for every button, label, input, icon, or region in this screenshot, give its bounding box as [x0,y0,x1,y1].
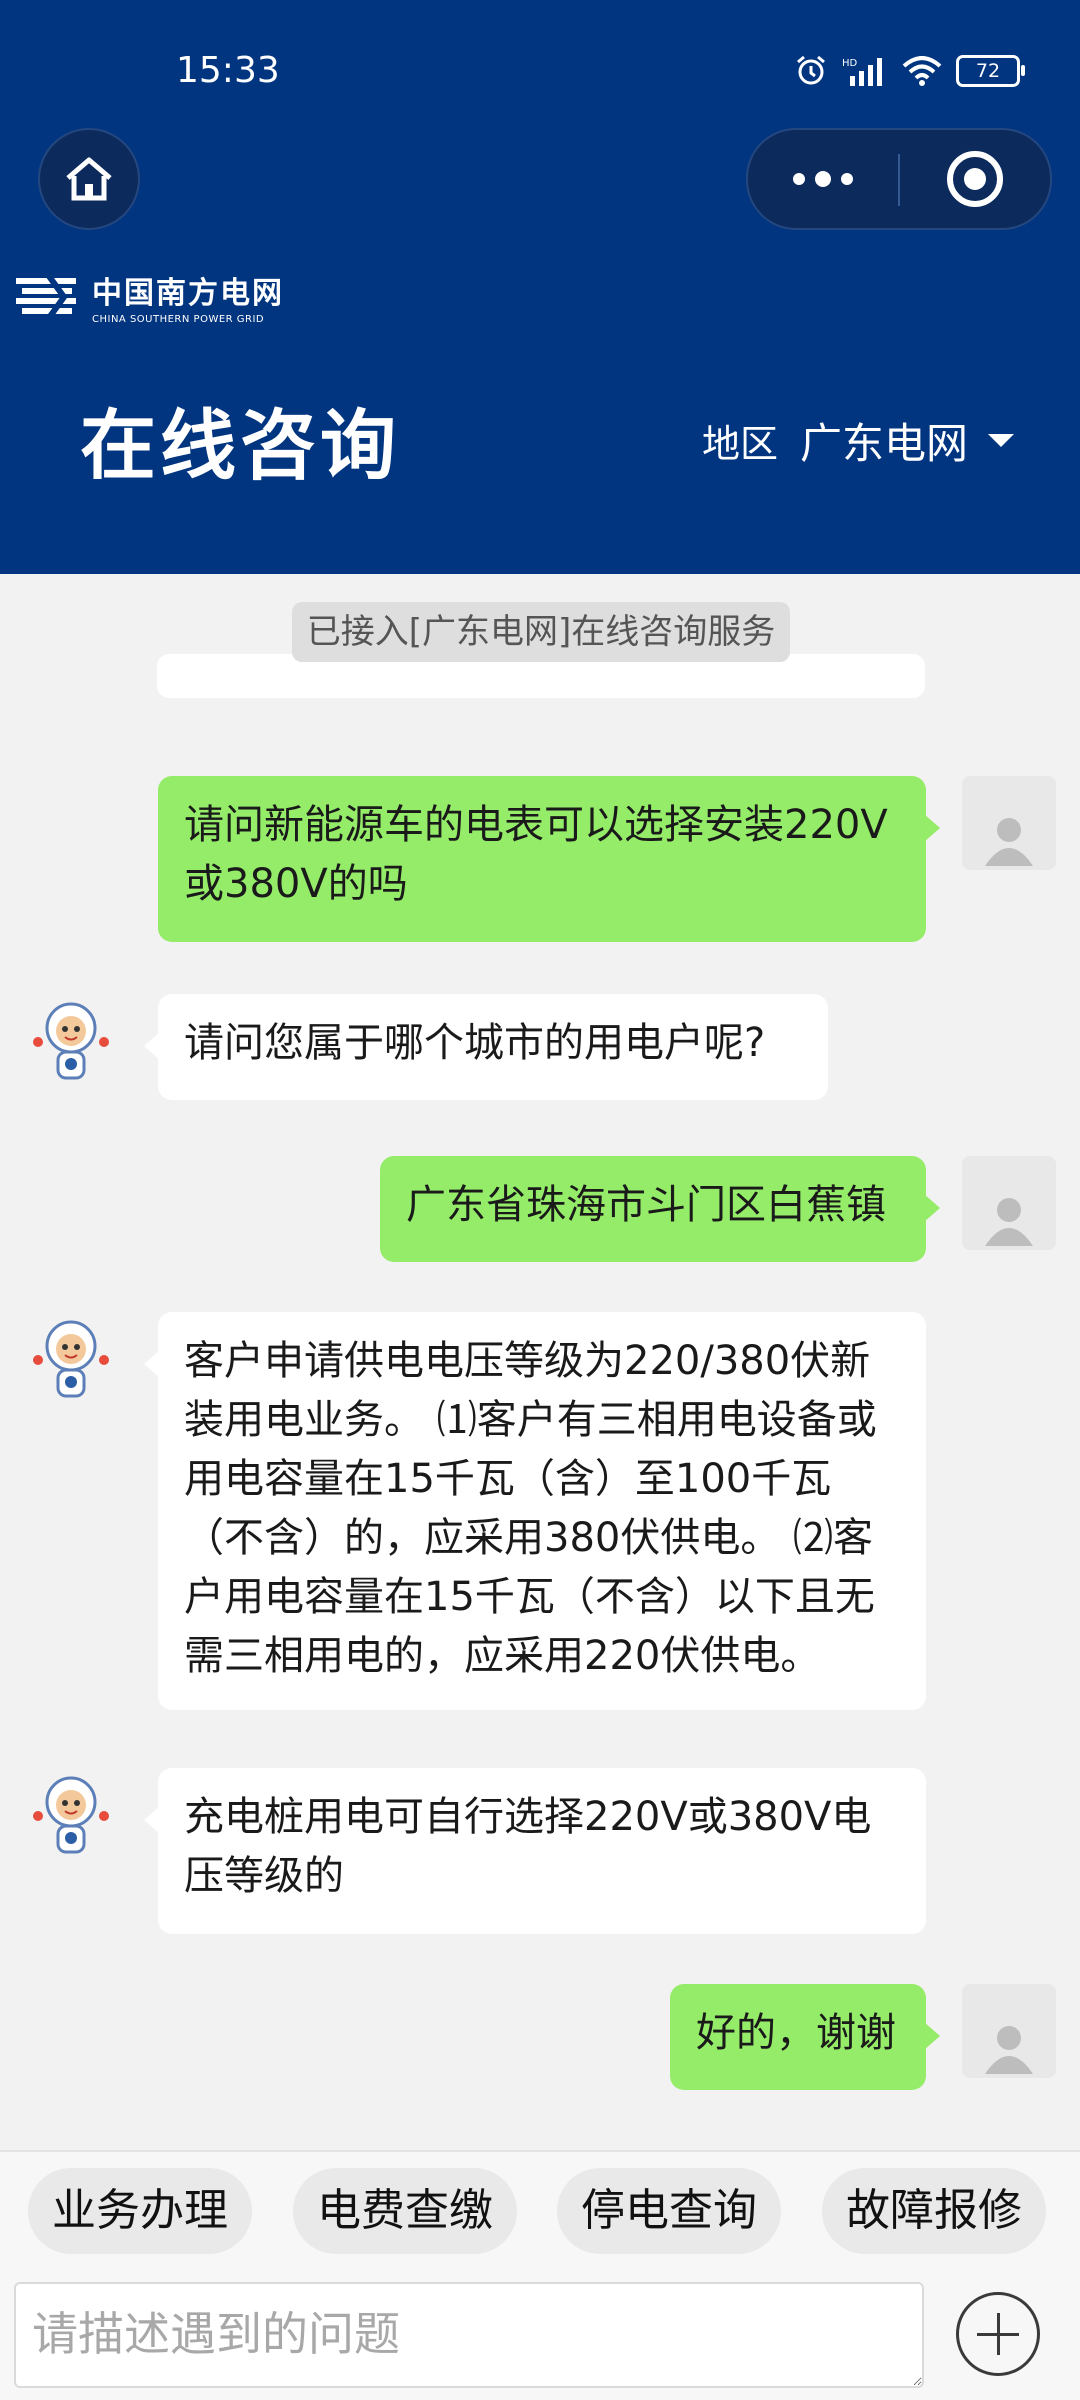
status-time: 15:33 [176,50,280,91]
user-avatar-icon [985,818,1033,866]
user-avatar-icon [985,2026,1033,2074]
quick-reply-bar: 业务办理 电费查缴 停电查询 故障报修 [0,2150,1080,2272]
more-dot-icon [793,173,805,185]
bot-avatar-icon [33,1320,109,1398]
more-button[interactable] [748,130,898,228]
system-notice: 已接入[广东电网]在线咨询服务 [292,602,790,662]
input-bar [0,2270,1080,2400]
alarm-icon [797,55,825,85]
quick-reply-repair[interactable]: 故障报修 [822,2168,1046,2254]
region-label: 地区 [701,422,778,466]
message-input[interactable] [14,2282,924,2388]
chat-area[interactable]: 已接入[广东电网]在线咨询服务 请问新能源车的电表可以选择安装220V或380V… [0,574,1080,2150]
user-avatar [962,1984,1056,2078]
close-miniapp-button[interactable] [900,130,1050,228]
quick-reply-outage[interactable]: 停电查询 [557,2168,781,2254]
bot-avatar-icon [33,1002,109,1080]
bot-avatar-icon [33,1776,109,1854]
svg-text:HD: HD [842,58,858,69]
more-dot-icon [841,173,853,185]
csg-logo-icon [16,271,76,322]
miniapp-capsule [746,128,1052,230]
home-button[interactable] [38,128,140,230]
user-message-bubble: 广东省珠海市斗门区白蕉镇 [380,1156,940,1262]
add-button[interactable] [956,2292,1040,2376]
home-icon [66,157,112,201]
quick-reply-business[interactable]: 业务办理 [28,2168,252,2254]
user-avatar-icon [985,1198,1033,1246]
more-dot-icon [815,171,831,187]
wifi-icon [902,56,942,86]
logo-text-en: CHINA SOUTHERN POWER GRID [92,314,265,325]
signal-icon: HD [842,58,882,86]
user-message-bubble: 请问新能源车的电表可以选择安装220V或380V的吗 [158,776,940,942]
bot-message-bubble: 客户申请供电电压等级为220/380伏新装用电业务。 ⑴客户有三相用电设备或用电… [144,1312,926,1710]
bot-message-bubble: 充电桩用电可自行选择220V或380V电压等级的 [144,1768,926,1934]
bot-message-bubble: 请问您属于哪个城市的用电户呢? [144,994,828,1100]
page-title: 在线咨询 [80,401,400,490]
user-avatar [962,1156,1056,1250]
status-icons: HD 72 [794,54,1025,88]
caret-down-icon [988,434,1014,447]
quick-reply-bill[interactable]: 电费查缴 [293,2168,517,2254]
user-avatar [962,776,1056,870]
target-icon [947,151,1003,207]
user-message-bubble: 好的，谢谢 [670,1984,940,2090]
brand-logo: 中国南方电网 CHINA SOUTHERN POWER GRID [16,268,284,325]
region-value: 广东电网 [799,419,968,468]
logo-text-cn: 中国南方电网 [92,276,284,311]
header: 15:33 HD 72 中国南方电网 CHINA SOUTHERN POWER … [0,0,1080,574]
region-selector[interactable]: 地区 广东电网 [702,410,1014,471]
battery-icon: 72 [956,55,1025,87]
